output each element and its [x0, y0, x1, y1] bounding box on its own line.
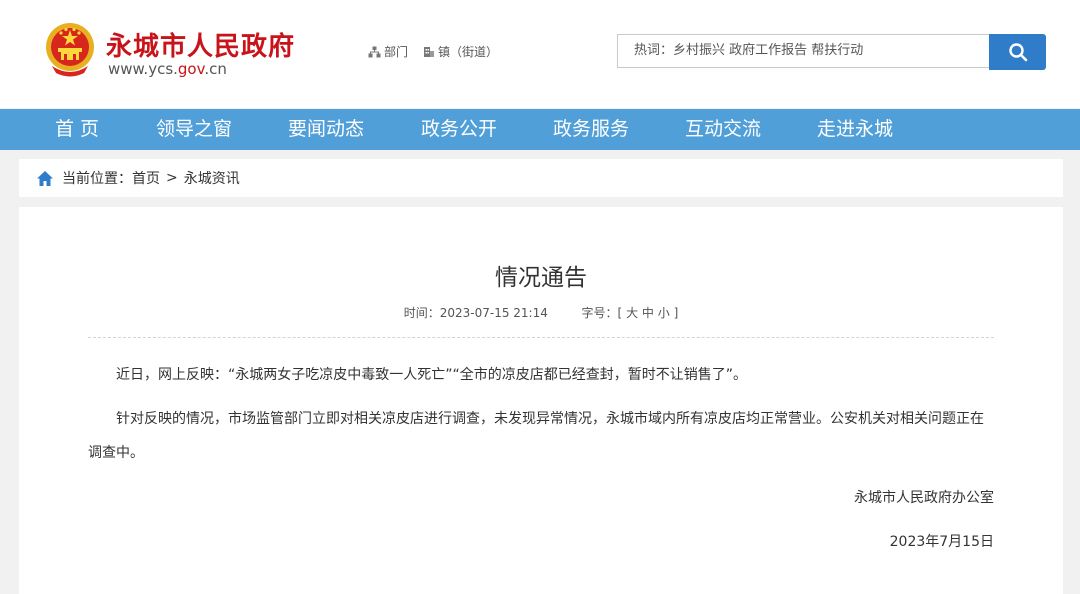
article-divider: [88, 337, 994, 338]
towns-link[interactable]: 镇（街道）: [423, 43, 498, 60]
article-signature: 永城市人民政府办公室: [854, 490, 994, 506]
font-size-small-button[interactable]: 小: [658, 306, 670, 320]
font-size-label: 字号：: [581, 306, 618, 320]
building-icon: [424, 46, 434, 57]
main-nav: 首 页 领导之窗 要闻动态 政务公开 政务服务 互动交流 走进永城: [0, 109, 1080, 150]
publish-time: 2023-07-15 21:14: [439, 306, 548, 320]
article-paragraph: 近日，网上反映：“永城两女子吃凉皮中毒致一人死亡”“全市的凉皮店都已经查封，暂时…: [116, 367, 748, 383]
national-emblem-icon: [46, 23, 94, 77]
departments-link-label: 部门: [384, 45, 409, 59]
search-input[interactable]: 热词：乡村振兴 政府工作报告 帮扶行动: [617, 34, 989, 68]
towns-link-label: 镇（街道）: [438, 45, 499, 59]
font-size-medium-button[interactable]: 中: [642, 306, 654, 320]
breadcrumb-home-link[interactable]: 首页: [132, 168, 160, 188]
time-label: 时间：: [403, 306, 440, 320]
nav-item-news[interactable]: 要闻动态: [288, 109, 364, 150]
nav-item-interaction[interactable]: 互动交流: [685, 109, 761, 150]
nav-item-gov-affairs[interactable]: 政务公开: [421, 109, 497, 150]
site-url: www.ycs.gov.cn: [108, 60, 227, 78]
article-meta: 时间：2023-07-15 21:14 字号：[ 大 中 小 ]: [403, 306, 679, 320]
home-icon: [37, 170, 53, 186]
nav-item-home[interactable]: 首 页: [55, 109, 99, 150]
site-title[interactable]: 永城市人民政府: [106, 26, 295, 63]
nav-item-gov-services[interactable]: 政务服务: [553, 109, 629, 150]
org-chart-icon: [368, 46, 381, 57]
article-paragraph: 针对反映的情况，市场监管部门立即对相关凉皮店进行调查，未发现异常情况，永城市域内…: [88, 411, 984, 461]
breadcrumb-prefix: 当前位置：: [62, 171, 132, 187]
breadcrumb-separator: >: [166, 170, 178, 186]
nav-item-about-yongcheng[interactable]: 走进永城: [817, 109, 893, 150]
site-header: 永城市人民政府 www.ycs.gov.cn 部门 镇（街道） 热词：乡村振兴 …: [0, 0, 1080, 108]
departments-link[interactable]: 部门: [368, 43, 408, 60]
breadcrumb-current-link[interactable]: 永城资讯: [184, 168, 240, 188]
article-panel: 情况通告 时间：2023-07-15 21:14 字号：[ 大 中 小 ] 近日…: [19, 207, 1063, 594]
article-date: 2023年7月15日: [889, 534, 994, 550]
search-icon: [1008, 43, 1027, 62]
nav-item-leadership[interactable]: 领导之窗: [156, 109, 232, 150]
breadcrumb-bar: 当前位置： 首页 > 永城资讯: [19, 159, 1063, 197]
article-title: 情况通告: [495, 265, 587, 291]
breadcrumb: 当前位置： 首页 > 永城资讯: [36, 159, 240, 197]
search-button[interactable]: [989, 34, 1046, 70]
font-size-large-button[interactable]: 大: [626, 306, 638, 320]
